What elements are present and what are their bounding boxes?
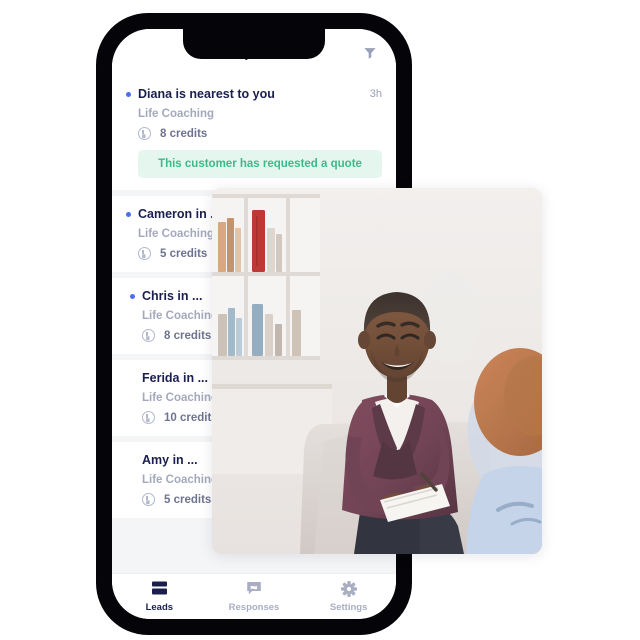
credits-text: 8 credits: [164, 329, 212, 342]
credits-text: 5 credits: [160, 247, 208, 260]
coaching-session-photo: [212, 188, 542, 554]
request-timestamp: 3h: [369, 88, 382, 100]
credits-text: 10 credits: [164, 411, 218, 424]
gear-icon: [340, 580, 357, 597]
quote-requested-badge: This customer has requested a quote: [138, 150, 382, 178]
request-title: Ferida in ...: [142, 371, 208, 385]
nav-tab-leads[interactable]: Leads: [112, 580, 206, 613]
leads-cards-icon: [151, 580, 168, 597]
unread-dot: [130, 458, 135, 463]
nav-label-settings: Settings: [329, 602, 368, 613]
unread-dot: [130, 376, 135, 381]
credits-text: 5 credits: [164, 493, 212, 506]
unread-dot: [130, 293, 135, 299]
credit-coin-icon: [138, 127, 151, 140]
bottom-navigation-bar: Leads Responses Settings: [112, 573, 396, 619]
nav-tab-responses[interactable]: Responses: [207, 580, 301, 613]
request-title: Cameron in ...: [138, 207, 221, 221]
request-title: Chris in ...: [142, 289, 203, 303]
request-title: Amy in ...: [142, 453, 198, 467]
credits-text: 8 credits: [160, 127, 208, 140]
request-credits: 8 credits: [138, 127, 382, 140]
request-service: Life Coaching: [138, 108, 215, 120]
phone-notch: [183, 29, 325, 59]
request-title: Diana is nearest to you: [138, 87, 275, 101]
nav-label-responses: Responses: [228, 602, 280, 613]
credit-coin-icon: [142, 329, 155, 342]
unread-dot: [126, 211, 131, 217]
filter-button[interactable]: [360, 43, 380, 63]
speech-bubble-icon: [246, 580, 262, 597]
credit-coin-icon: [138, 247, 151, 260]
nav-label-leads: Leads: [145, 602, 174, 613]
unread-dot: [126, 91, 131, 97]
request-list-item[interactable]: Diana is nearest to you 3h Life Coaching…: [112, 76, 396, 190]
credit-coin-icon: [142, 493, 155, 506]
nav-tab-settings[interactable]: Settings: [302, 580, 396, 613]
credit-coin-icon: [142, 411, 155, 424]
funnel-filter-icon: [363, 46, 377, 60]
